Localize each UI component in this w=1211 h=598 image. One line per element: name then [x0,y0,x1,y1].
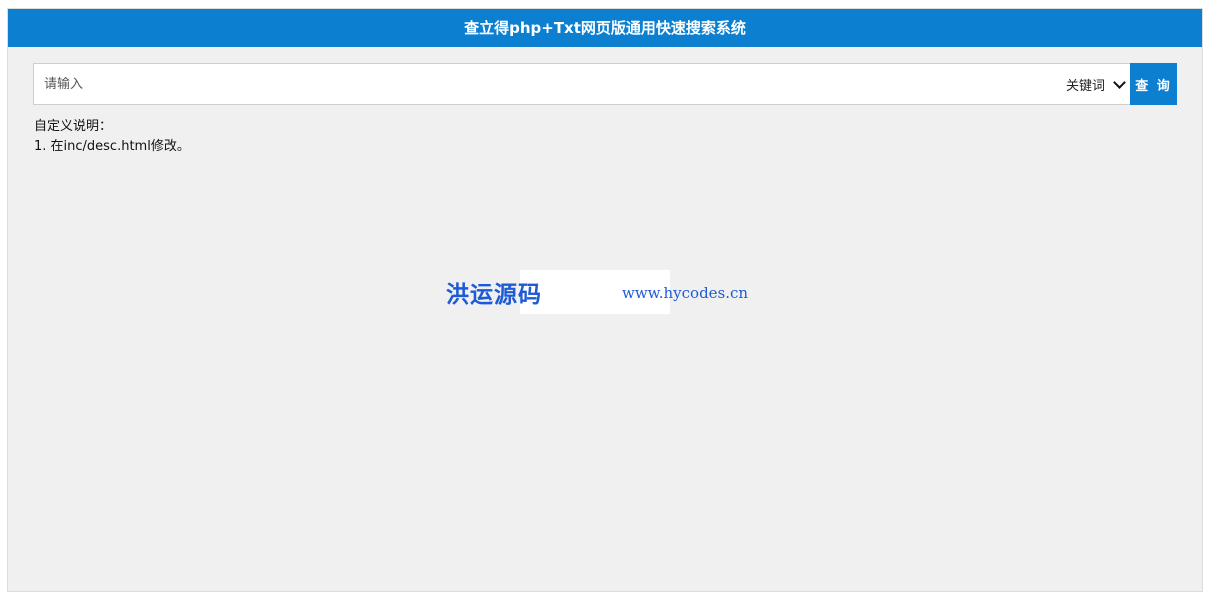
description-line: 1. 在inc/desc.html修改。 [34,139,190,154]
watermark: 洪运源码 www.hycodes.cn [446,270,756,314]
search-form: 关键词 查 询 [33,63,1177,105]
search-input[interactable] [34,64,1056,104]
description-heading: 自定义说明： [34,119,113,134]
custom-description: 自定义说明： 1. 在inc/desc.html修改。 [34,117,190,157]
query-button[interactable]: 查 询 [1130,63,1177,105]
chevron-down-icon [1113,75,1126,89]
watermark-url: www.hycodes.cn [622,284,749,302]
watermark-brand: 洪运源码 [446,281,542,308]
search-field-select[interactable]: 关键词 [1056,64,1130,104]
search-field-selected: 关键词 [1065,78,1105,94]
page-title: 查立得php+Txt网页版通用快速搜索系统 [8,9,1202,47]
